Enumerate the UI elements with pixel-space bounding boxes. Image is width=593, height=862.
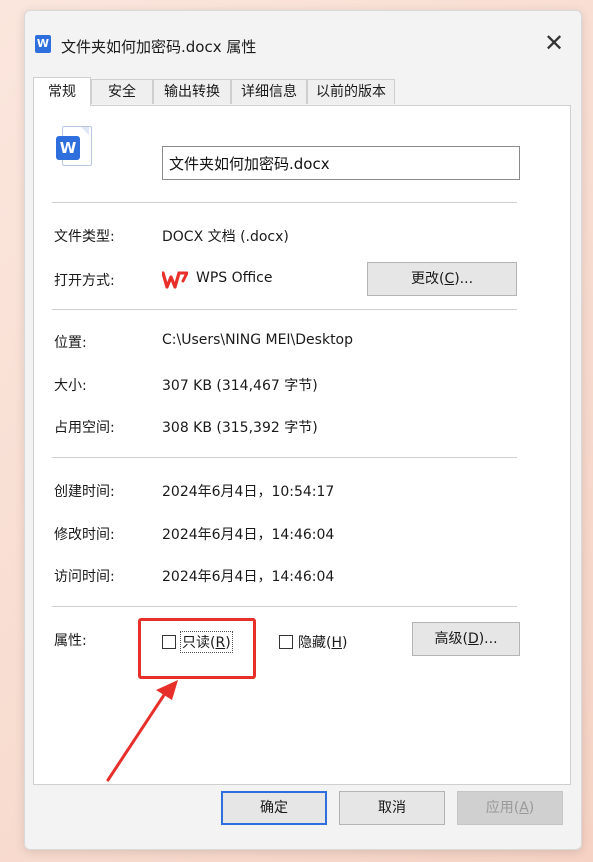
divider [52, 309, 517, 310]
advanced-button[interactable]: 高级(D)... [412, 622, 520, 656]
title-bar: W 文件夹如何加密码.docx 属性 ✕ [25, 11, 581, 75]
location-label: 位置: [54, 335, 87, 351]
tab-previous-versions[interactable]: 以前的版本 [307, 79, 395, 104]
hidden-checkbox[interactable] [279, 635, 293, 649]
wps-logo-icon [162, 271, 188, 289]
created-label: 创建时间: [54, 484, 115, 500]
size-on-disk-value: 308 KB (315,392 字节) [162, 420, 318, 436]
location-value: C:\Users\NING MEI\Desktop [162, 332, 354, 348]
highlight-box [138, 618, 256, 679]
ok-button[interactable]: 确定 [221, 791, 327, 825]
modified-label: 修改时间: [54, 527, 115, 543]
divider [52, 457, 517, 458]
modified-value: 2024年6月4日，14:46:04 [162, 527, 335, 543]
file-type-value: DOCX 文档 (.docx) [162, 229, 289, 245]
tab-security[interactable]: 安全 [91, 79, 153, 104]
word-document-icon: W [35, 35, 51, 53]
file-name-input[interactable]: 文件夹如何加密码.docx [162, 146, 520, 180]
annotation-arrow-icon [106, 680, 178, 782]
hidden-label[interactable]: 隐藏(H) [298, 632, 347, 652]
created-value: 2024年6月4日，10:54:17 [162, 484, 335, 500]
divider [52, 202, 517, 203]
docx-file-icon: W [56, 126, 92, 166]
open-with-label: 打开方式: [54, 273, 115, 289]
apply-button[interactable]: 应用(A) [457, 791, 563, 825]
general-panel: W 文件夹如何加密码.docx 文件类型: DOCX 文档 (.docx) 打开… [33, 105, 571, 785]
close-button[interactable]: ✕ [541, 31, 567, 57]
cancel-button[interactable]: 取消 [339, 791, 445, 825]
tab-details[interactable]: 详细信息 [231, 79, 307, 104]
tab-general[interactable]: 常规 [33, 77, 91, 106]
divider [52, 606, 517, 607]
tab-output-conversion[interactable]: 输出转换 [153, 79, 231, 104]
size-label: 大小: [54, 378, 87, 394]
accessed-value: 2024年6月4日，14:46:04 [162, 569, 335, 585]
window-title: 文件夹如何加密码.docx 属性 [61, 38, 257, 56]
attributes-label: 属性: [54, 633, 87, 649]
change-button[interactable]: 更改(C)... [367, 262, 517, 296]
size-on-disk-label: 占用空间: [54, 420, 115, 436]
properties-dialog: W 文件夹如何加密码.docx 属性 ✕ 常规 安全 输出转换 详细信息 以前的… [24, 10, 582, 850]
accessed-label: 访问时间: [54, 569, 115, 585]
file-type-label: 文件类型: [54, 229, 115, 245]
size-value: 307 KB (314,467 字节) [162, 378, 318, 394]
open-with-app: WPS Office [196, 270, 273, 286]
